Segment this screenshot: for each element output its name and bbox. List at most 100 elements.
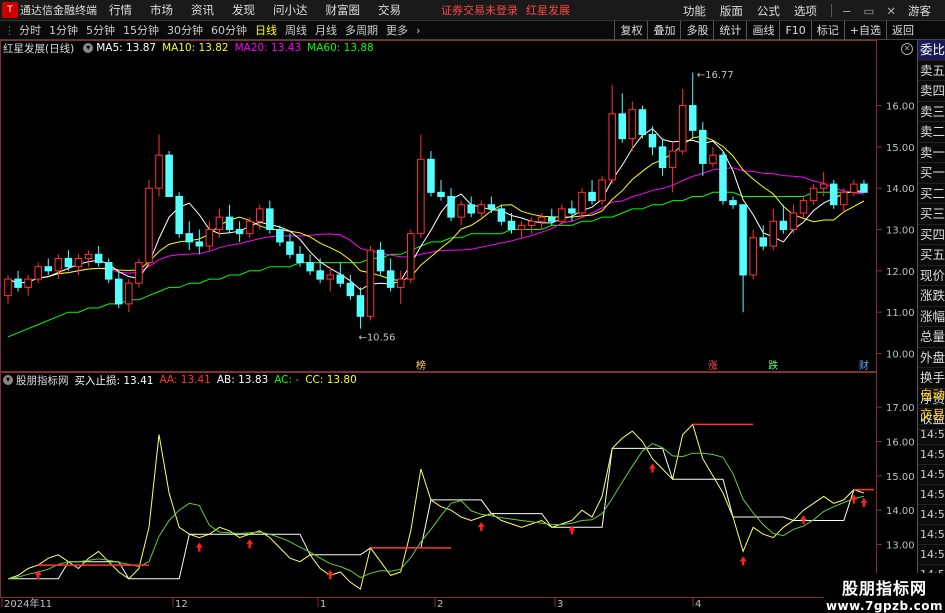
candle-body: [175, 195, 183, 235]
candle-body: [749, 237, 757, 276]
candle-body: [739, 204, 747, 276]
main-ytick-label-2: 12.00: [886, 267, 915, 278]
quote-field-14[interactable]: 总量: [918, 327, 945, 348]
buy-arrow-icon: [477, 522, 485, 532]
event-marker-0: 榜: [416, 359, 426, 372]
sub-indicator-settings-icon[interactable]: ▾: [3, 375, 13, 385]
cc-value: CC: 13.80: [305, 374, 357, 386]
sub-ytick-label-2: 14.00: [886, 506, 915, 517]
candle-body: [578, 191, 586, 214]
candle-body: [779, 220, 788, 231]
buy-arrow-icon: [326, 570, 334, 580]
quote-field-0[interactable]: 委比: [918, 40, 945, 61]
candle-body: [719, 154, 727, 202]
candle-body: [145, 187, 153, 264]
ac-value: AC: -: [274, 374, 300, 386]
x-label-2: 1: [320, 599, 326, 609]
candle-body: [658, 146, 667, 169]
ma20-value: MA20: 13.43: [234, 42, 302, 54]
candle-body: [417, 158, 425, 235]
quote-field-7[interactable]: 买二: [918, 184, 945, 204]
candle-body: [255, 208, 264, 222]
candle-body: [326, 274, 335, 280]
kline-chart[interactable]: 10.0011.0012.0013.0014.0015.0016.0012.00…: [0, 0, 917, 609]
tick-item-5[interactable]: 14:56: [918, 485, 945, 505]
candle-body: [850, 183, 858, 193]
candle-body: [286, 241, 294, 255]
quote-field-3[interactable]: 卖三: [918, 102, 945, 122]
candle-body: [84, 253, 93, 259]
candle-body: [235, 229, 244, 235]
main-ytick-label-1: 11.00: [886, 308, 915, 319]
quote-field-8[interactable]: 买三: [918, 204, 945, 225]
candle-body: [638, 109, 647, 135]
quote-field-5[interactable]: 卖一: [918, 143, 945, 163]
event-marker-3: 财: [859, 359, 869, 372]
buy-arrow-icon: [195, 542, 203, 552]
candle-body: [648, 134, 657, 148]
candle-body: [608, 113, 616, 181]
buy-arrow-icon: [860, 498, 868, 507]
indicator-settings-icon[interactable]: ▾: [83, 43, 94, 53]
candle-body: [558, 208, 566, 222]
candle-body: [709, 154, 717, 164]
quote-field-4[interactable]: 卖二: [918, 122, 945, 143]
low-price-label: ←10.56: [358, 332, 395, 343]
candle-body: [437, 191, 445, 197]
x-label-4: 3: [557, 599, 563, 609]
candle-body: [24, 278, 32, 288]
tick-item-2[interactable]: 14:56: [918, 425, 945, 445]
ma10-line: [7, 135, 865, 284]
quote-field-10[interactable]: 买五: [918, 245, 945, 266]
quote-field-6[interactable]: 买一: [918, 163, 945, 184]
candle-body: [699, 129, 707, 164]
candle-body: [759, 237, 768, 247]
sub-indicator-name[interactable]: 股朋指标网: [16, 373, 69, 388]
main-ytick-label-0: 10.00: [886, 349, 915, 360]
candle-body: [860, 183, 868, 193]
sub-ytick-label-5: 17.00: [886, 403, 915, 414]
sub-ma-line: [7, 443, 865, 580]
quote-field-12[interactable]: 涨跌: [918, 286, 945, 307]
candle-body: [356, 295, 365, 317]
candle-body: [447, 195, 455, 218]
candle-body: [165, 154, 173, 197]
ma10-value: MA10: 13.82: [162, 42, 229, 54]
quote-field-13[interactable]: 涨幅: [918, 307, 945, 327]
candle-body: [54, 257, 63, 272]
candle-body: [195, 241, 204, 247]
candle-body: [688, 105, 697, 131]
tick-item-4[interactable]: 14:56: [918, 465, 945, 485]
candle-body: [376, 249, 385, 272]
candle-body: [366, 249, 375, 317]
quote-field-11[interactable]: 现价: [918, 266, 945, 286]
candle-body: [507, 220, 516, 231]
candle-body: [396, 278, 405, 288]
tick-item-3[interactable]: 14:56: [918, 445, 945, 465]
quote-field-1[interactable]: 卖五: [918, 61, 945, 81]
sub-step-line: [8, 447, 864, 580]
buy-arrow-icon: [800, 515, 808, 525]
candle-body: [346, 282, 355, 297]
candle-body: [44, 266, 53, 272]
tick-item-7[interactable]: 14:56: [918, 525, 945, 545]
tick-item-0[interactable]: 自动: [918, 385, 945, 405]
main-ytick-label-5: 15.00: [886, 143, 915, 154]
candle-body: [155, 154, 163, 189]
candle-body: [407, 233, 415, 280]
quote-field-2[interactable]: 卖四: [918, 81, 945, 102]
candle-body: [668, 150, 677, 169]
quote-field-9[interactable]: 买四: [918, 225, 945, 245]
close-panel-icon[interactable]: ✕: [901, 43, 913, 55]
tick-item-8[interactable]: 14:56: [918, 545, 945, 565]
candle-body: [678, 105, 687, 152]
stock-period-label[interactable]: 红星发展(日线): [3, 41, 74, 56]
quote-field-15[interactable]: 外盘: [918, 348, 945, 368]
event-marker-2: 跌: [768, 359, 778, 372]
tick-item-1[interactable]: 交易: [918, 405, 945, 425]
candle-body: [618, 113, 627, 140]
tick-item-6[interactable]: 14:56: [918, 505, 945, 525]
candle-body: [628, 109, 637, 140]
aa-value: AA: 13.41: [159, 374, 211, 386]
buy-arrow-icon: [246, 539, 254, 549]
